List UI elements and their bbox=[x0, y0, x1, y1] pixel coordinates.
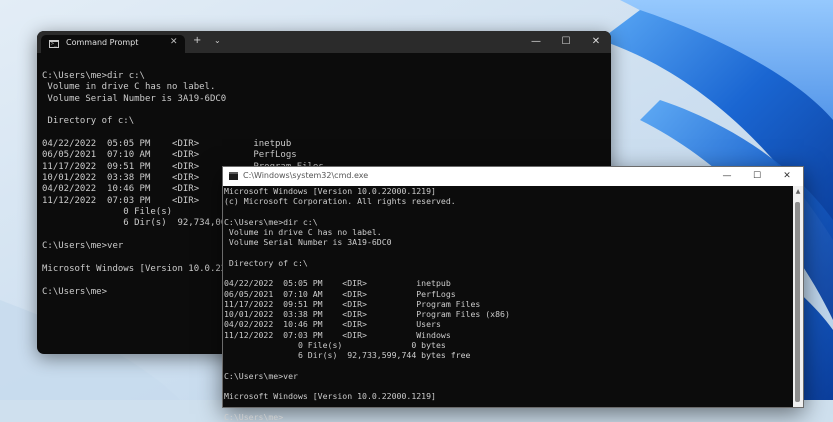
console-line: 04/22/2022 05:05 PM <DIR> inetpub bbox=[42, 139, 292, 150]
console-line: Microsoft Windows [Version 10.0.22000.12… bbox=[224, 186, 436, 196]
console-line: 06/05/2021 07:10 AM <DIR> PerfLogs bbox=[224, 288, 456, 299]
cmd-titlebar[interactable]: C:\Windows\system32\cmd.exe — ☐ ✕ bbox=[223, 167, 803, 186]
window-title: C:\Windows\system32\cmd.exe bbox=[243, 171, 369, 180]
close-tab-icon[interactable]: ✕ bbox=[170, 37, 178, 47]
close-button[interactable]: ✕ bbox=[581, 31, 611, 53]
cmd-window[interactable]: C:\Windows\system32\cmd.exe — ☐ ✕ Micros… bbox=[222, 166, 804, 422]
new-tab-button[interactable]: + bbox=[193, 35, 201, 46]
scrollbar[interactable]: ▲ bbox=[793, 186, 803, 407]
console-line: C:\Users\me> bbox=[224, 411, 284, 422]
minimize-button[interactable]: — bbox=[521, 31, 551, 53]
minimize-button[interactable]: — bbox=[712, 167, 742, 186]
console-line: 04/22/2022 05:05 PM <DIR> inetpub bbox=[224, 278, 451, 289]
console-line: Volume in drive C has no label. bbox=[42, 82, 216, 93]
maximize-button[interactable]: ☐ bbox=[742, 167, 772, 186]
chevron-down-icon[interactable]: ⌄ bbox=[214, 36, 221, 45]
tab-title: Command Prompt bbox=[66, 38, 139, 47]
console-line: Directory of c:\ bbox=[42, 116, 135, 127]
maximize-button[interactable]: ☐ bbox=[551, 31, 581, 53]
console-line: Volume in drive C has no label. bbox=[224, 227, 382, 237]
console-line: C:\Users\me>dir c:\ bbox=[42, 71, 145, 81]
cmd-output[interactable]: Microsoft Windows [Version 10.0.22000.12… bbox=[223, 186, 793, 422]
console-line: 10/01/2022 03:38 PM <DIR> Program Files … bbox=[224, 309, 510, 319]
console-line: 11/17/2022 09:51 PM <DIR> Program Files bbox=[224, 298, 481, 309]
console-line: 0 File(s) 0 bytes bbox=[224, 339, 446, 350]
console-line: 04/02/2022 10:46 PM <DIR> Users bbox=[224, 319, 441, 330]
console-line: (c) Microsoft Corporation. All rights re… bbox=[224, 196, 456, 207]
tab-command-prompt[interactable]: >_ Command Prompt ✕ bbox=[41, 35, 185, 53]
console-line: C:\Users\me>ver bbox=[224, 370, 298, 381]
scrollbar-thumb[interactable] bbox=[795, 202, 800, 402]
console-line: Directory of c:\ bbox=[224, 257, 308, 268]
close-button[interactable]: ✕ bbox=[772, 167, 802, 186]
cmd-icon: >_ bbox=[49, 40, 59, 48]
console-line: 6 Dir(s) 92,733,599,744 bytes free bbox=[224, 350, 471, 360]
console-line: Volume Serial Number is 3A19-6DC0 bbox=[42, 93, 227, 104]
console-line: Volume Serial Number is 3A19-6DC0 bbox=[224, 237, 392, 248]
scroll-up-icon[interactable]: ▲ bbox=[793, 186, 803, 197]
console-line: 06/05/2021 07:10 AM <DIR> PerfLogs bbox=[42, 150, 297, 161]
cmd-icon bbox=[229, 172, 238, 180]
terminal-titlebar[interactable]: >_ Command Prompt ✕ + ⌄ — ☐ ✕ bbox=[37, 31, 611, 53]
console-line: C:\Users\me>dir c:\ bbox=[224, 216, 318, 227]
console-line: 11/12/2022 07:03 PM <DIR> Windows bbox=[224, 329, 451, 340]
